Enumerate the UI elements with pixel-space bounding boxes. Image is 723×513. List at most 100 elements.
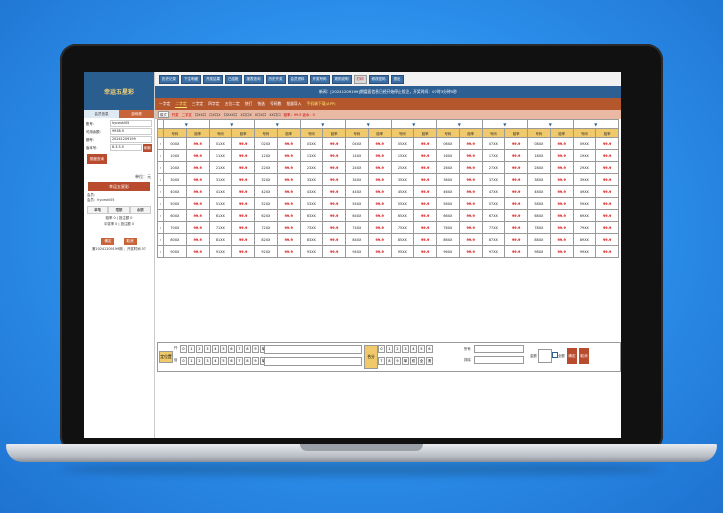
bet-number-cell[interactable]: 64XX <box>345 209 369 222</box>
bet-number-cell[interactable]: 49XX <box>572 185 597 198</box>
sum-digit-toggle[interactable]: 9 <box>394 357 401 365</box>
play-tab[interactable]: 四字定 <box>208 101 219 107</box>
bet-number-cell[interactable]: 89XX <box>572 233 597 246</box>
bet-number-cell[interactable]: 15XX <box>390 149 415 162</box>
bet-number-cell[interactable]: 43XX <box>299 185 324 198</box>
sub-tab[interactable]: 二字定 <box>182 112 192 117</box>
bet-number-cell[interactable]: 71XX <box>208 221 233 234</box>
amount-input[interactable] <box>538 349 552 363</box>
sum-digit-toggle[interactable]: 单 <box>402 357 409 365</box>
bet-number-cell[interactable]: 62XX <box>254 209 278 222</box>
sum-digit-toggle[interactable]: 1 <box>386 345 393 353</box>
bet-number-cell[interactable]: 23XX <box>299 161 324 174</box>
digit-toggle[interactable]: 8 <box>244 357 251 365</box>
bet-number-cell[interactable]: 63XX <box>299 209 324 222</box>
bet-number-cell[interactable]: 11XX <box>208 149 233 162</box>
bet-number-cell[interactable]: 79XX <box>572 221 597 234</box>
bet-number-cell[interactable]: 93XX <box>299 245 324 258</box>
bet-number-cell[interactable]: 50XX <box>163 197 187 210</box>
bet-number-cell[interactable]: 52XX <box>254 197 278 210</box>
sum-digit-toggle[interactable]: 3 <box>402 345 409 353</box>
bet-number-cell[interactable]: 72XX <box>254 221 278 234</box>
bet-number-cell[interactable]: 92XX <box>254 245 278 258</box>
bet-number-cell[interactable]: 33XX <box>299 173 324 186</box>
digit-toggle[interactable]: 7 <box>236 345 243 353</box>
bet-number-cell[interactable]: 35XX <box>390 173 415 186</box>
bet-number-cell[interactable]: 34XX <box>345 173 369 186</box>
sub-tab[interactable]: X口X口 <box>255 112 266 117</box>
sum-digit-toggle[interactable]: 全 <box>418 357 425 365</box>
bet-number-cell[interactable]: 70XX <box>163 221 187 234</box>
sub-tab[interactable]: 口X口X <box>209 112 220 117</box>
sum-digit-toggle[interactable]: 7 <box>378 357 385 365</box>
position-input-2[interactable] <box>264 357 362 366</box>
bet-number-cell[interactable]: 01XX <box>208 137 233 150</box>
topnav-item[interactable]: 已结账 <box>225 74 242 84</box>
bet-number-cell[interactable]: 46XX <box>436 185 460 198</box>
sum-digit-toggle[interactable]: 4 <box>410 345 417 353</box>
topnav-item[interactable]: 开奖号码 <box>309 74 330 84</box>
column-filter-dropdown[interactable]: ▼ <box>390 119 437 129</box>
bet-number-cell[interactable]: 88XX <box>527 233 551 246</box>
digit-toggle[interactable]: 3 <box>204 357 211 365</box>
bet-number-cell[interactable]: 25XX <box>390 161 415 174</box>
bet-number-cell[interactable]: 99XX <box>572 245 597 258</box>
topnav-item[interactable]: 打印 <box>353 74 367 84</box>
play-tab[interactable]: 一字定 <box>159 101 170 107</box>
position-input-1[interactable] <box>264 345 362 354</box>
column-filter-dropdown[interactable]: ▼ <box>527 119 574 129</box>
digit-toggle[interactable]: 2 <box>196 357 203 365</box>
bet-number-cell[interactable]: 68XX <box>527 209 551 222</box>
column-filter-dropdown[interactable]: ▼ <box>436 119 483 129</box>
column-filter-dropdown[interactable]: ▼ <box>208 119 255 129</box>
play-tab[interactable]: 批量导入 <box>286 101 301 107</box>
digit-toggle[interactable]: 5 <box>220 345 227 353</box>
bet-number-cell[interactable]: 80XX <box>163 233 187 246</box>
confirm-button[interactable]: 确定 <box>567 348 577 364</box>
bet-number-cell[interactable]: 08XX <box>527 137 551 150</box>
bet-number-cell[interactable]: 97XX <box>481 245 506 258</box>
refresh-button[interactable]: 刷新 <box>143 144 152 152</box>
bet-number-cell[interactable]: 57XX <box>481 197 506 210</box>
column-filter-dropdown[interactable]: ▼ <box>163 119 210 129</box>
bet-number-cell[interactable]: 47XX <box>481 185 506 198</box>
topnav-item[interactable]: 开奖结果 <box>203 74 223 84</box>
digit-toggle[interactable]: 6 <box>228 357 235 365</box>
bet-number-cell[interactable]: 29XX <box>572 161 597 174</box>
column-filter-dropdown[interactable]: ▼ <box>299 119 346 129</box>
tab-game-rules[interactable]: 游戏规 <box>119 110 154 118</box>
bet-number-cell[interactable]: 56XX <box>436 197 460 210</box>
bet-number-cell[interactable]: 06XX <box>436 137 460 150</box>
bet-number-cell[interactable]: 66XX <box>436 209 460 222</box>
bet-number-cell[interactable]: 37XX <box>481 173 506 186</box>
bet-number-cell[interactable]: 51XX <box>208 197 233 210</box>
play-tab[interactable]: 快打 <box>245 101 253 107</box>
sub-tab[interactable]: 模式 <box>158 111 169 118</box>
bet-number-cell[interactable]: 78XX <box>527 221 551 234</box>
bet-number-cell[interactable]: 27XX <box>481 161 506 174</box>
sub-tab[interactable]: X口口X <box>240 112 251 117</box>
digit-toggle[interactable]: 4 <box>212 345 219 353</box>
bet-number-cell[interactable]: 10XX <box>163 149 187 162</box>
bet-number-cell[interactable]: 73XX <box>299 221 324 234</box>
bet-number-cell[interactable]: 84XX <box>345 233 369 246</box>
sidebar-confirm-button[interactable]: 确定 <box>101 238 115 245</box>
bet-number-cell[interactable]: 54XX <box>345 197 369 210</box>
digit-toggle[interactable]: 2 <box>196 345 203 353</box>
topnav-item[interactable]: 修改密码 <box>368 74 389 84</box>
bet-number-cell[interactable]: 77XX <box>481 221 506 234</box>
digit-toggle[interactable]: 3 <box>204 345 211 353</box>
bet-number-cell[interactable]: 87XX <box>481 233 506 246</box>
bet-number-cell[interactable]: 85XX <box>390 233 415 246</box>
bet-number-cell[interactable]: 44XX <box>345 185 369 198</box>
sum-digit-toggle[interactable]: 双 <box>410 357 417 365</box>
topnav-item[interactable]: 历史记录 <box>159 74 179 84</box>
digit-toggle[interactable]: 8 <box>244 345 251 353</box>
bet-number-cell[interactable]: 13XX <box>299 149 324 162</box>
topnav-item[interactable]: 历史开奖 <box>265 74 286 84</box>
bet-number-cell[interactable]: 95XX <box>390 245 415 258</box>
column-filter-dropdown[interactable]: ▼ <box>481 119 528 129</box>
bet-number-cell[interactable]: 04XX <box>345 137 369 150</box>
bet-number-cell[interactable]: 14XX <box>345 149 369 162</box>
bet-number-cell[interactable]: 05XX <box>390 137 415 150</box>
